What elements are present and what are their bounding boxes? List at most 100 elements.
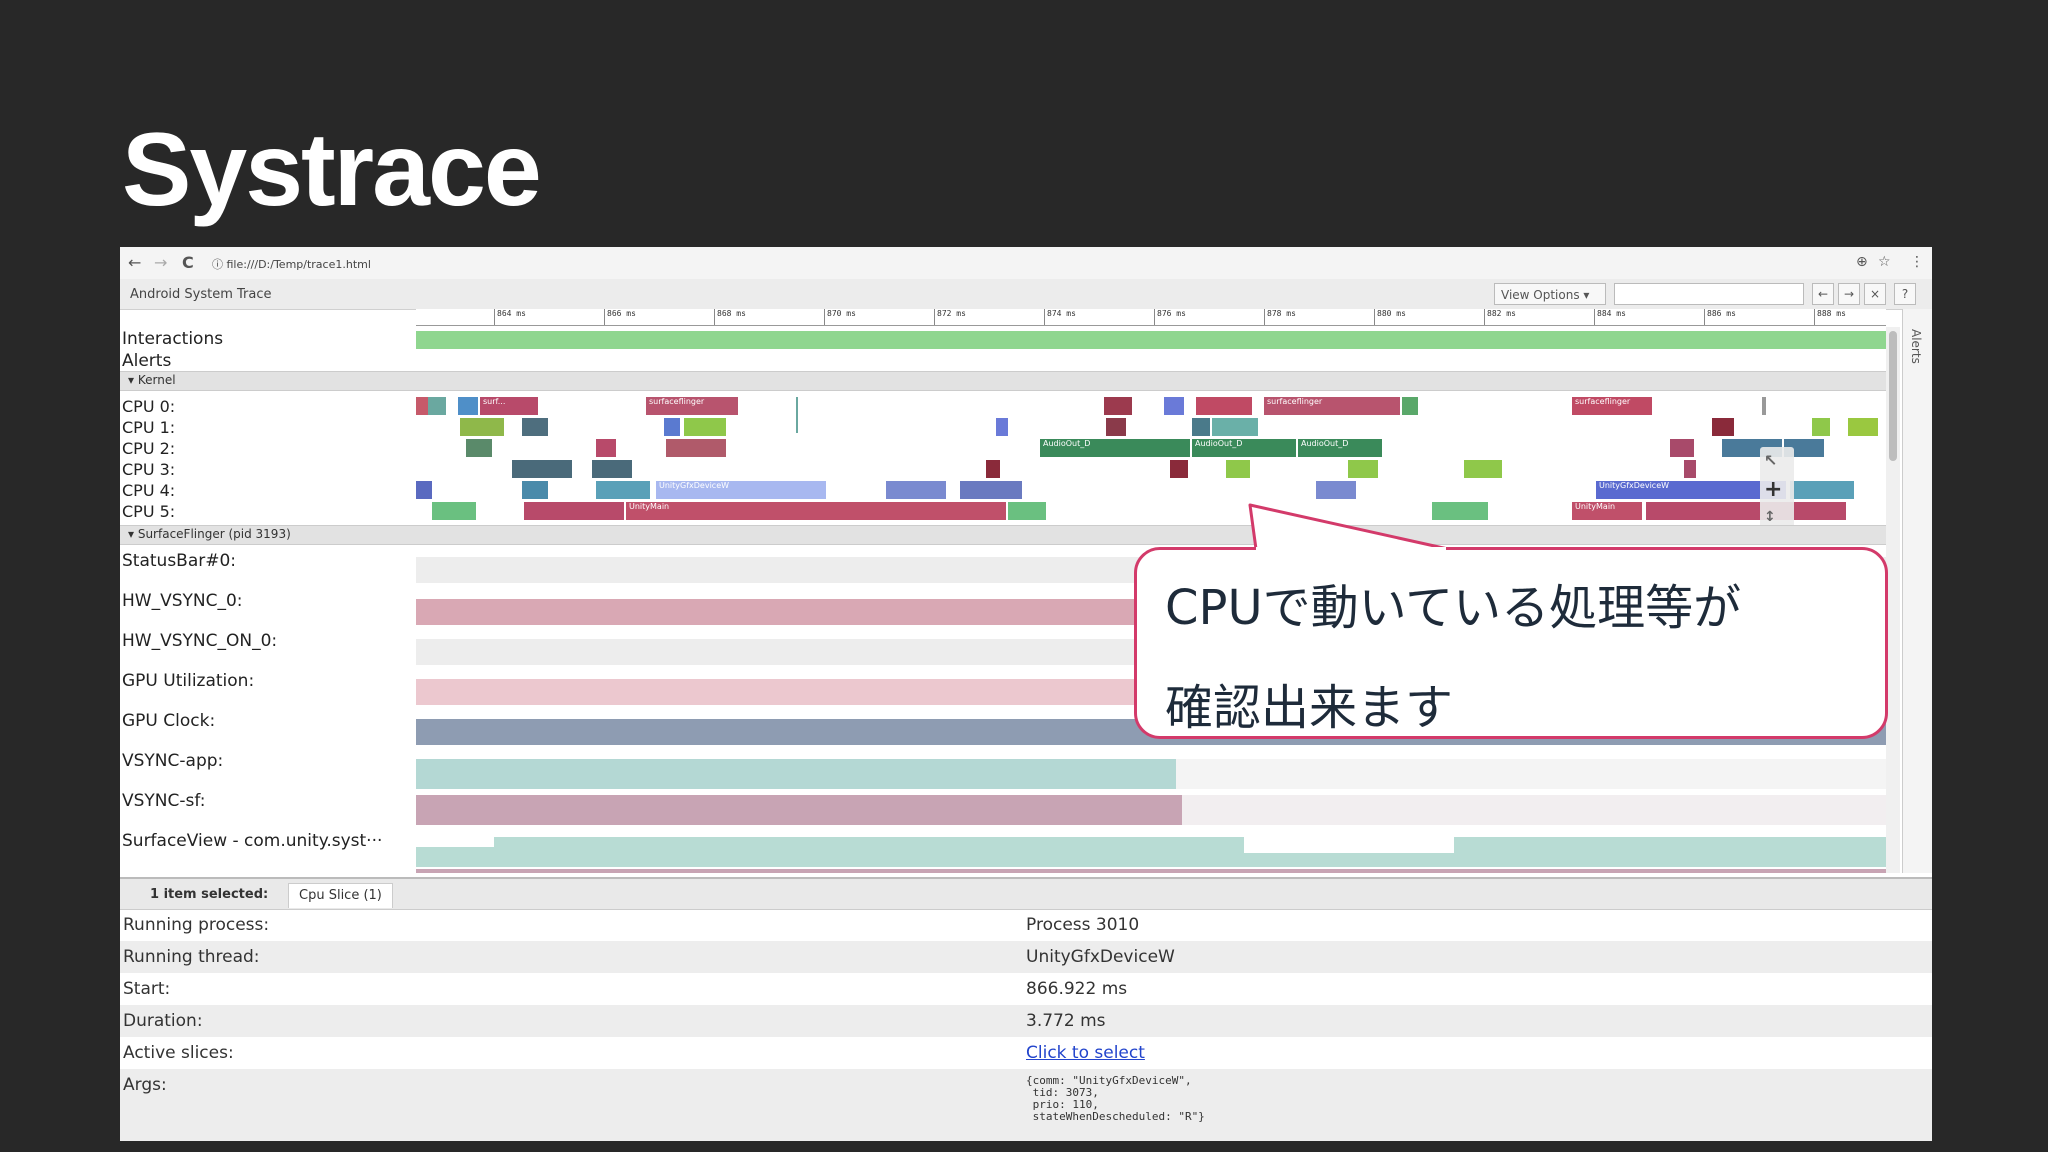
cpu-slice[interactable] xyxy=(1402,397,1418,415)
cpu-slice[interactable] xyxy=(1212,418,1258,436)
cpu-slice[interactable] xyxy=(1848,418,1878,436)
bookmark-star-icon[interactable]: ☆ xyxy=(1878,254,1891,270)
cpu-slice[interactable] xyxy=(1226,460,1250,478)
cpu-slice[interactable] xyxy=(1196,397,1252,415)
cpu-slice[interactable] xyxy=(416,481,432,499)
prev-button[interactable]: ← xyxy=(1812,283,1834,305)
cpu-slice[interactable] xyxy=(466,439,492,457)
cpu-slice[interactable] xyxy=(1712,418,1734,436)
forward-icon[interactable]: → xyxy=(154,253,167,272)
select-tool-icon[interactable]: ↖ xyxy=(1764,451,1777,470)
close-search-button[interactable]: × xyxy=(1864,283,1886,305)
ruler-tick: 870 ms xyxy=(824,309,856,325)
cpu-slice[interactable] xyxy=(524,502,624,520)
cpu-slice[interactable] xyxy=(886,481,946,499)
cpu-slice[interactable]: UnityGfxDeviceW xyxy=(656,481,826,499)
surfaceview-label: SurfaceView - com.unity.syst··· xyxy=(122,831,383,851)
cpu-slice[interactable]: AudioOut_D xyxy=(1040,439,1190,457)
detail-key: Running thread: xyxy=(123,947,260,967)
time-ruler[interactable]: 864 ms 866 ms 868 ms 870 ms 872 ms 874 m… xyxy=(416,309,1886,326)
cpu0-label: CPU 0: xyxy=(122,397,176,416)
ruler-tick: 876 ms xyxy=(1154,309,1186,325)
ruler-tick: 874 ms xyxy=(1044,309,1076,325)
detail-row-duration: Duration: 3.772 ms xyxy=(120,1005,1932,1037)
cpu-slice[interactable]: UnityMain xyxy=(1572,502,1642,520)
cpu-slice[interactable] xyxy=(1790,481,1854,499)
next-button[interactable]: → xyxy=(1838,283,1860,305)
cpu-slice[interactable]: UnityGfxDeviceW xyxy=(1596,481,1786,499)
surfaceflinger-section-header[interactable]: ▾ SurfaceFlinger (pid 3193) xyxy=(120,525,1886,545)
cpu-slice[interactable] xyxy=(512,460,572,478)
zoom-in-icon[interactable]: + xyxy=(1764,477,1782,502)
cpu-slice[interactable] xyxy=(522,418,548,436)
cpu-slice[interactable]: surfaceflinger xyxy=(1264,397,1400,415)
alerts-side-panel[interactable]: Alerts xyxy=(1902,309,1932,873)
cpu-slice[interactable] xyxy=(1104,397,1132,415)
cpu-slice[interactable] xyxy=(986,460,1000,478)
cpu-slice[interactable] xyxy=(666,439,726,457)
detail-row-thread: Running thread: UnityGfxDeviceW xyxy=(120,941,1932,973)
reload-icon[interactable]: C xyxy=(182,253,194,272)
cpu-slice[interactable] xyxy=(596,481,650,499)
cpu-slice[interactable] xyxy=(1164,397,1184,415)
cpu-slice[interactable] xyxy=(1432,502,1488,520)
cpu-slice[interactable] xyxy=(1646,502,1846,520)
cpu-slice[interactable] xyxy=(796,397,798,433)
cpu-slice[interactable] xyxy=(592,460,632,478)
menu-icon[interactable]: ⋮ xyxy=(1910,254,1924,270)
cpu-slice[interactable] xyxy=(458,397,478,415)
zoom-icon[interactable]: ⊕ xyxy=(1856,254,1868,270)
tracks-scrollbar-thumb[interactable] xyxy=(1889,331,1897,461)
cpu-slice[interactable]: AudioOut_D xyxy=(1298,439,1382,457)
cpu-slice[interactable] xyxy=(996,418,1008,436)
ruler-tick: 868 ms xyxy=(714,309,746,325)
cpu-slice[interactable]: surfaceflinger xyxy=(1572,397,1652,415)
cpu-slice[interactable] xyxy=(684,418,726,436)
cpu-slice[interactable]: UnityMain xyxy=(626,502,1006,520)
details-tabs: 1 item selected: Cpu Slice (1) xyxy=(120,877,1932,910)
cpu-slice[interactable] xyxy=(1316,481,1356,499)
cpu-slice[interactable] xyxy=(1812,418,1830,436)
view-options-button[interactable]: View Options ▾ xyxy=(1494,283,1606,305)
address-bar[interactable]: ⓘ file:///D:/Temp/trace1.html xyxy=(212,256,371,272)
pan-tool-icon[interactable]: ↕ xyxy=(1764,509,1776,525)
cpu-slice[interactable] xyxy=(1762,397,1766,415)
vsync-sf-track[interactable] xyxy=(416,795,1886,825)
cpu-slice[interactable]: AudioOut_D xyxy=(1192,439,1296,457)
cpu-slice[interactable]: surf... xyxy=(480,397,538,415)
cpu-slice[interactable] xyxy=(960,481,1022,499)
back-icon[interactable]: ← xyxy=(128,253,141,272)
vsync-app-track[interactable] xyxy=(416,759,1886,789)
cpu5-label: CPU 5: xyxy=(122,502,176,521)
cpu-slice[interactable] xyxy=(1464,460,1502,478)
interactions-track[interactable] xyxy=(416,331,1886,349)
tab-cpu-slice[interactable]: Cpu Slice (1) xyxy=(288,883,393,908)
cpu-slice[interactable] xyxy=(1348,460,1378,478)
cpu-slice[interactable] xyxy=(1106,418,1126,436)
ruler-tick: 866 ms xyxy=(604,309,636,325)
cpu-slice[interactable] xyxy=(664,418,680,436)
surfaceview-track[interactable] xyxy=(416,837,1886,867)
tab-selection-summary[interactable]: 1 item selected: xyxy=(140,883,278,907)
search-input[interactable] xyxy=(1614,283,1804,305)
cpu-slice[interactable] xyxy=(1684,460,1696,478)
cpu-slice[interactable] xyxy=(596,439,616,457)
cpu-slice[interactable] xyxy=(428,397,446,415)
annotation-callout: CPUで動いている処理等が 確認出来ます xyxy=(1134,547,1888,739)
help-button[interactable]: ? xyxy=(1894,283,1916,305)
cpu-slice[interactable] xyxy=(416,397,428,415)
cpu-slice[interactable]: surfaceflinger xyxy=(646,397,738,415)
cpu-tracks-area[interactable]: surf... surfaceflinger surfaceflinger su… xyxy=(416,395,1886,523)
cpu-slice[interactable] xyxy=(460,418,504,436)
detail-value: Process 3010 xyxy=(1026,915,1140,935)
callout-line-1: CPUで動いている処理等が xyxy=(1165,580,1742,636)
cpu-slice[interactable] xyxy=(1192,418,1210,436)
cpu-slice[interactable] xyxy=(1008,502,1046,520)
ruler-tick: 864 ms xyxy=(494,309,526,325)
cpu-slice[interactable] xyxy=(522,481,548,499)
cpu-slice[interactable] xyxy=(1670,439,1694,457)
kernel-section-header[interactable]: ▾ Kernel xyxy=(120,371,1886,391)
click-to-select-link[interactable]: Click to select xyxy=(1026,1043,1145,1063)
cpu-slice[interactable] xyxy=(432,502,476,520)
cpu-slice[interactable] xyxy=(1170,460,1188,478)
